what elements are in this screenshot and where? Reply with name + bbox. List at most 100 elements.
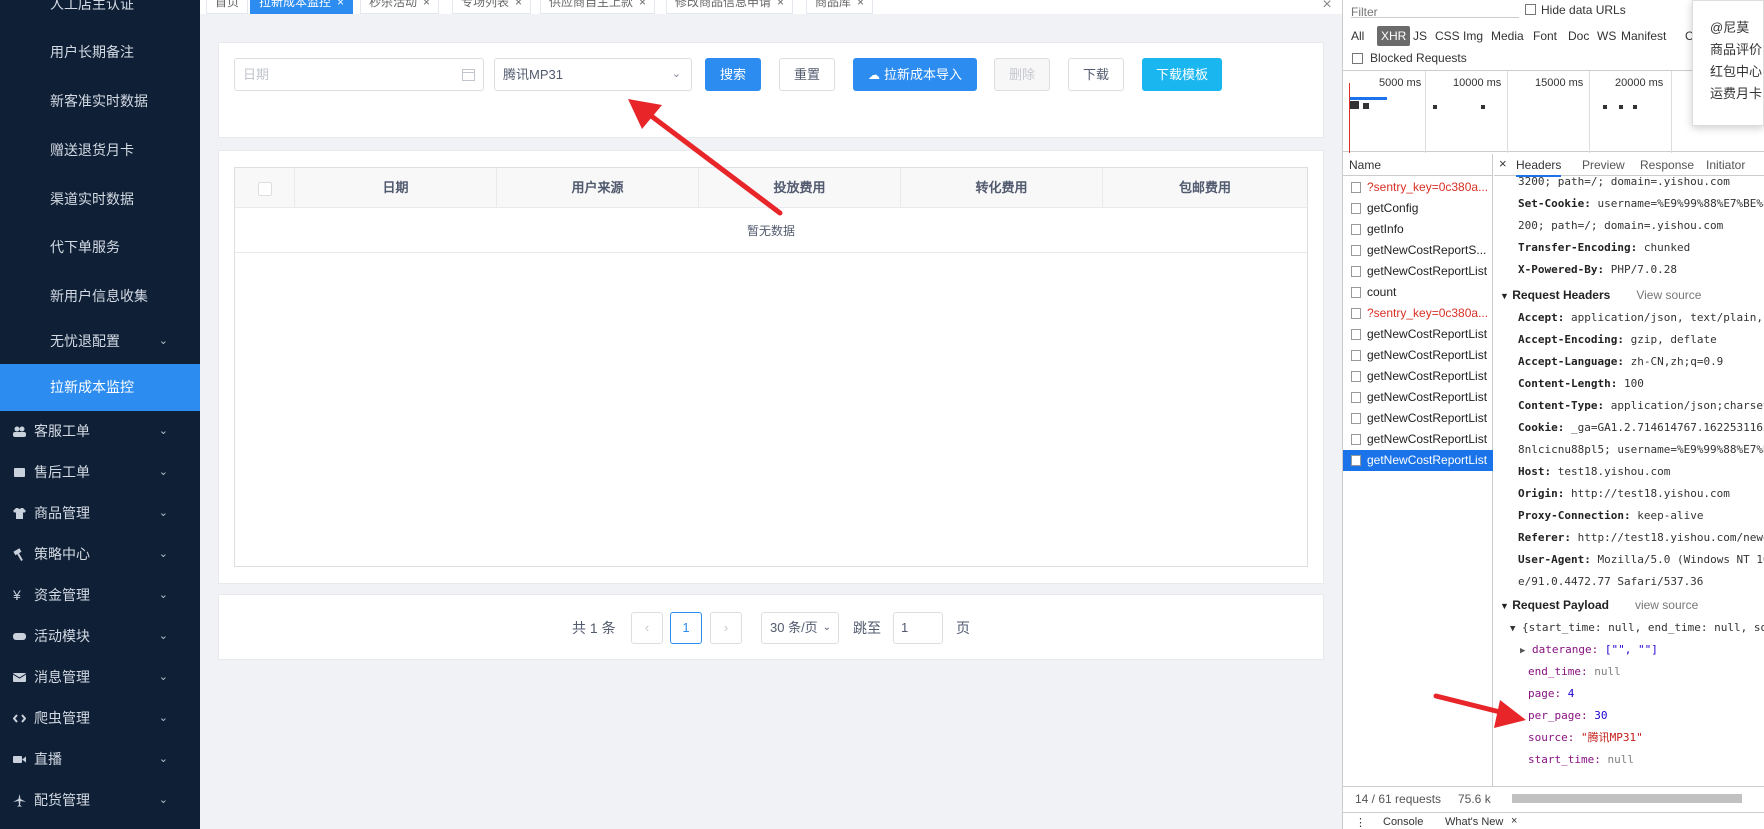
download-button[interactable]: 下载 bbox=[1068, 58, 1124, 91]
request-row[interactable]: getNewCostReportList bbox=[1343, 408, 1493, 429]
horizontal-scrollbar[interactable] bbox=[1494, 792, 1764, 804]
type-doc[interactable]: Doc bbox=[1568, 29, 1589, 43]
request-row[interactable]: getNewCostReportList bbox=[1343, 450, 1493, 471]
request-row[interactable]: ?sentry_key=0c380a... bbox=[1343, 177, 1493, 198]
column-header-date[interactable]: 日期 bbox=[295, 168, 497, 208]
tab-product-library[interactable]: 商品库 × bbox=[806, 0, 874, 14]
sidebar-item-user-remark[interactable]: 用户长期备注 bbox=[0, 30, 200, 74]
download-template-button[interactable]: 下载模板 bbox=[1142, 58, 1222, 91]
sidebar-group-live[interactable]: 直播 ⌄ bbox=[0, 739, 200, 780]
popup-line: @尼莫 bbox=[1710, 20, 1750, 35]
scrollbar-thumb[interactable] bbox=[1512, 794, 1742, 803]
request-row[interactable]: count bbox=[1343, 282, 1493, 303]
view-source-link[interactable]: View source bbox=[1636, 288, 1701, 302]
page-1-button[interactable]: 1 bbox=[670, 612, 702, 644]
sidebar-item-real-name-auth[interactable]: 人工店主认证 bbox=[0, 0, 200, 26]
close-icon[interactable]: × bbox=[515, 0, 522, 9]
request-row[interactable]: ?sentry_key=0c380a... bbox=[1343, 303, 1493, 324]
sidebar-group-crawler[interactable]: 爬虫管理 ⌄ bbox=[0, 698, 200, 739]
close-detail-icon[interactable]: × bbox=[1499, 156, 1507, 171]
date-picker[interactable]: 日期 bbox=[234, 58, 484, 91]
search-button[interactable]: 搜索 bbox=[705, 58, 761, 91]
sidebar-group-strategy[interactable]: 策略中心 ⌄ bbox=[0, 534, 200, 575]
import-cost-button[interactable]: ☁ 拉新成本导入 bbox=[853, 58, 977, 91]
request-row[interactable]: getInfo bbox=[1343, 219, 1493, 240]
name-column-header[interactable]: Name bbox=[1343, 154, 1493, 176]
close-icon[interactable]: × bbox=[639, 0, 646, 9]
request-row[interactable]: getNewCostReportList bbox=[1343, 429, 1493, 450]
type-manifest[interactable]: Manifest bbox=[1621, 29, 1666, 43]
request-row[interactable]: getNewCostReportList bbox=[1343, 261, 1493, 282]
tab-initiator[interactable]: Initiator bbox=[1706, 158, 1745, 172]
sidebar-group-distribution[interactable]: 配货管理 ⌄ bbox=[0, 780, 200, 821]
network-filter-input[interactable]: Filter bbox=[1351, 2, 1519, 19]
request-row[interactable]: getNewCostReportS... bbox=[1343, 240, 1493, 261]
type-font[interactable]: Font bbox=[1533, 29, 1557, 43]
tab-preview[interactable]: Preview bbox=[1582, 158, 1625, 172]
blocked-requests-checkbox[interactable] bbox=[1352, 53, 1363, 64]
tab-flash-sale[interactable]: 秒杀活动 × bbox=[360, 0, 440, 14]
next-page-button[interactable]: › bbox=[710, 612, 742, 644]
tab-whats-new[interactable]: What's New bbox=[1445, 816, 1503, 828]
type-ws[interactable]: WS bbox=[1597, 29, 1616, 43]
view-source-link[interactable]: view source bbox=[1635, 598, 1698, 612]
type-xhr[interactable]: XHR bbox=[1377, 26, 1411, 46]
type-img[interactable]: Img bbox=[1463, 29, 1483, 43]
popup-line: 红包中心 bbox=[1710, 64, 1763, 79]
tab-edit-product-request[interactable]: 修改商品信息申请 × bbox=[666, 0, 794, 14]
tab-acquisition-cost[interactable]: 拉新成本监控 × bbox=[250, 0, 354, 14]
sidebar-item-gift-return-card[interactable]: 赠送退货月卡 bbox=[0, 128, 200, 172]
sidebar-group-finance[interactable]: ¥ 资金管理 ⌄ bbox=[0, 575, 200, 616]
request-row[interactable]: getNewCostReportList bbox=[1343, 324, 1493, 345]
drawer-menu-icon[interactable]: ⋮ bbox=[1355, 816, 1366, 829]
column-header-shipping-cost[interactable]: 包邮费用 bbox=[1103, 168, 1307, 208]
tab-supplier-upload[interactable]: 供应商自主上款 × bbox=[540, 0, 656, 14]
type-js[interactable]: JS bbox=[1413, 29, 1427, 43]
sidebar-item-acquisition-cost[interactable]: 拉新成本监控 bbox=[0, 364, 200, 411]
jump-page-input[interactable]: 1 bbox=[893, 612, 943, 644]
request-row[interactable]: getNewCostReportList bbox=[1343, 345, 1493, 366]
close-icon[interactable]: × bbox=[857, 0, 864, 9]
request-checkbox bbox=[1351, 392, 1361, 403]
close-icon[interactable]: × bbox=[423, 0, 430, 9]
sidebar-group-customer-service[interactable]: 客服工单 ⌄ bbox=[0, 411, 200, 452]
close-icon[interactable]: × bbox=[777, 0, 784, 9]
close-icon[interactable]: × bbox=[1318, 0, 1336, 13]
type-css[interactable]: CSS bbox=[1435, 29, 1460, 43]
delete-button[interactable]: 删除 bbox=[994, 58, 1050, 91]
sidebar-item-new-customer-data[interactable]: 新客准实时数据 bbox=[0, 79, 200, 123]
column-label: 用户来源 bbox=[571, 180, 624, 195]
sidebar-group-after-sales[interactable]: 售后工单 ⌄ bbox=[0, 452, 200, 493]
request-row[interactable]: getConfig bbox=[1343, 198, 1493, 219]
tab-home[interactable]: 首页 bbox=[206, 0, 249, 14]
sidebar-item-proxy-order[interactable]: 代下单服务 bbox=[0, 225, 200, 269]
request-headers-section[interactable]: ▼ Request Headers View source bbox=[1500, 285, 1701, 305]
sidebar-item-new-user-info[interactable]: 新用户信息收集 bbox=[0, 274, 200, 318]
tab-headers[interactable]: Headers bbox=[1516, 158, 1562, 177]
select-all-checkbox[interactable] bbox=[257, 181, 272, 196]
sidebar-group-activities[interactable]: 活动模块 ⌄ bbox=[0, 616, 200, 657]
request-row[interactable]: getNewCostReportList bbox=[1343, 366, 1493, 387]
sidebar-item-worry-free-return[interactable]: 无忧退配置 ⌄ bbox=[0, 319, 200, 363]
type-media[interactable]: Media bbox=[1491, 29, 1524, 43]
request-payload-section[interactable]: ▼ Request Payload view source bbox=[1500, 595, 1698, 615]
close-icon[interactable]: × bbox=[337, 0, 344, 9]
close-icon[interactable]: × bbox=[1511, 815, 1517, 827]
reset-button[interactable]: 重置 bbox=[779, 58, 835, 91]
page-size-select[interactable]: 30 条/页 ⌄ bbox=[761, 612, 839, 644]
tab-special-list[interactable]: 专场列表 × bbox=[452, 0, 532, 14]
source-select[interactable]: 腾讯MP31 ⌄ bbox=[494, 58, 692, 91]
prev-page-button[interactable]: ‹ bbox=[631, 612, 663, 644]
hide-data-urls-checkbox[interactable] bbox=[1525, 4, 1536, 15]
column-header-source[interactable]: 用户来源 bbox=[497, 168, 699, 208]
column-header-conversion-cost[interactable]: 转化费用 bbox=[901, 168, 1103, 208]
sidebar-item-channel-data[interactable]: 渠道实时数据 bbox=[0, 177, 200, 221]
tab-console[interactable]: Console bbox=[1383, 816, 1423, 828]
tab-response[interactable]: Response bbox=[1640, 158, 1694, 172]
request-row[interactable]: getNewCostReportList bbox=[1343, 387, 1493, 408]
sidebar-group-products[interactable]: 商品管理 ⌄ bbox=[0, 493, 200, 534]
sidebar-group-messages[interactable]: 消息管理 ⌄ bbox=[0, 657, 200, 698]
column-header-ad-cost[interactable]: 投放费用 bbox=[699, 168, 901, 208]
type-all[interactable]: All bbox=[1351, 29, 1364, 43]
sidebar-group-label: 直播 bbox=[34, 751, 62, 767]
